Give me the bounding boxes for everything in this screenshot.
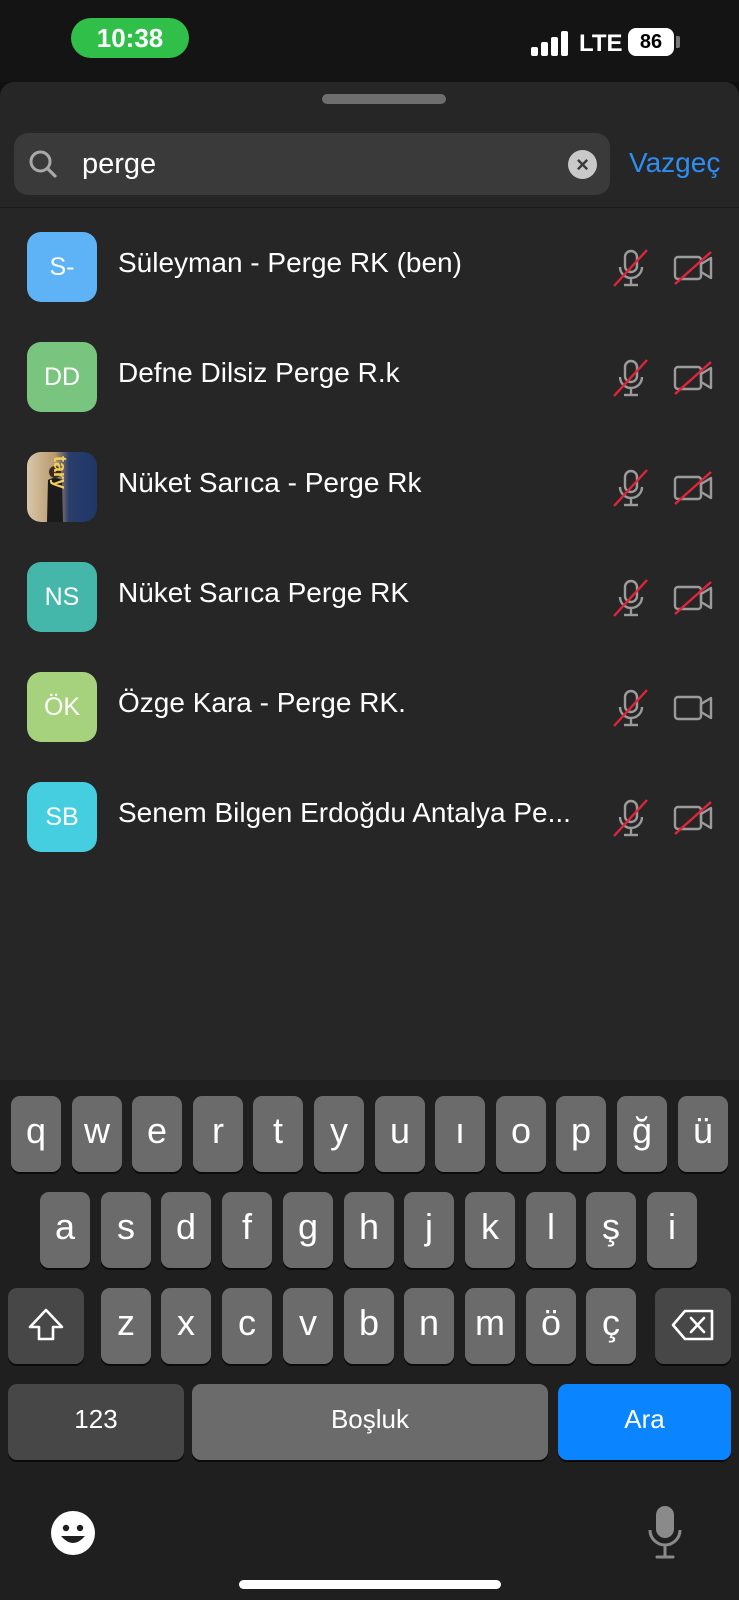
key-o[interactable]: o	[496, 1096, 546, 1172]
search-icon	[29, 150, 57, 178]
key-c-cedilla[interactable]: ç	[586, 1288, 636, 1364]
participant-name: Defne Dilsiz Perge R.k	[118, 357, 400, 388]
mic-muted-icon[interactable]	[611, 468, 651, 508]
participant-name: Senem Bilgen Erdoğdu Antalya Pe...	[118, 797, 571, 828]
shift-icon	[28, 1308, 64, 1341]
backspace-key[interactable]	[655, 1288, 731, 1364]
status-bar: 10:38 LTE 86	[0, 0, 739, 82]
key-k[interactable]: k	[465, 1192, 515, 1268]
search-box[interactable]: ×	[14, 133, 610, 195]
key-a[interactable]: a	[40, 1192, 90, 1268]
search-return-key[interactable]: Ara	[558, 1384, 731, 1460]
avatar: DD	[27, 342, 97, 412]
key-u-umlaut[interactable]: ü	[678, 1096, 728, 1172]
key-u[interactable]: u	[375, 1096, 425, 1172]
participant-name: Nüket Sarıca - Perge Rk	[118, 467, 422, 498]
participant-row[interactable]: SB Senem Bilgen Erdoğdu Antalya Pe...	[0, 762, 739, 872]
key-g-breve[interactable]: ğ	[617, 1096, 667, 1172]
participant-row[interactable]: ÖK Özge Kara - Perge RK.	[0, 652, 739, 762]
key-x[interactable]: x	[161, 1288, 211, 1364]
key-p[interactable]: p	[556, 1096, 606, 1172]
avatar: NS	[27, 562, 97, 632]
search-row: × Vazgeç	[0, 118, 739, 208]
key-g[interactable]: g	[283, 1192, 333, 1268]
video-off-icon[interactable]	[673, 250, 713, 286]
video-off-icon[interactable]	[673, 360, 713, 396]
avatar: SB	[27, 782, 97, 852]
key-c[interactable]: c	[222, 1288, 272, 1364]
mic-muted-icon[interactable]	[611, 798, 651, 838]
key-e[interactable]: e	[132, 1096, 182, 1172]
mic-muted-icon[interactable]	[611, 248, 651, 288]
key-d[interactable]: d	[161, 1192, 211, 1268]
battery-tip	[676, 36, 680, 48]
avatar: ÖK	[27, 672, 97, 742]
key-q[interactable]: q	[11, 1096, 61, 1172]
avatar-photo: tary	[27, 452, 97, 522]
home-indicator[interactable]	[239, 1580, 501, 1589]
emoji-icon[interactable]	[50, 1510, 96, 1556]
key-i[interactable]: i	[647, 1192, 697, 1268]
keyboard: q w e r t y u ı o p ğ ü a s d f g h j k …	[0, 1080, 739, 1600]
avatar: S-	[27, 232, 97, 302]
key-w[interactable]: w	[72, 1096, 122, 1172]
backspace-icon	[671, 1309, 714, 1341]
participant-name: Süleyman - Perge RK (ben)	[118, 247, 462, 278]
key-s[interactable]: s	[101, 1192, 151, 1268]
key-t[interactable]: t	[253, 1096, 303, 1172]
cancel-button[interactable]: Vazgeç	[629, 147, 720, 179]
key-m[interactable]: m	[465, 1288, 515, 1364]
mic-muted-icon[interactable]	[611, 358, 651, 398]
status-time: 10:38	[71, 18, 189, 58]
video-on-icon[interactable]	[673, 690, 713, 726]
key-j[interactable]: j	[404, 1192, 454, 1268]
key-r[interactable]: r	[193, 1096, 243, 1172]
dictation-mic-icon[interactable]	[648, 1504, 682, 1560]
key-z[interactable]: z	[101, 1288, 151, 1364]
clear-search-button[interactable]: ×	[568, 150, 597, 179]
space-key[interactable]: Boşluk	[192, 1384, 548, 1460]
cellular-signal-icon	[531, 30, 571, 56]
key-v[interactable]: v	[283, 1288, 333, 1364]
video-off-icon[interactable]	[673, 470, 713, 506]
video-off-icon[interactable]	[673, 800, 713, 836]
battery-icon: 86	[628, 28, 674, 56]
key-s-cedilla[interactable]: ş	[586, 1192, 636, 1268]
participant-name: Nüket Sarıca Perge RK	[118, 577, 410, 608]
key-n[interactable]: n	[404, 1288, 454, 1364]
key-y[interactable]: y	[314, 1096, 364, 1172]
key-h[interactable]: h	[344, 1192, 394, 1268]
mic-muted-icon[interactable]	[611, 578, 651, 618]
avatar-photo-text: tary	[50, 456, 70, 490]
participant-row[interactable]: tary Nüket Sarıca - Perge Rk	[0, 432, 739, 542]
key-dotless-i[interactable]: ı	[435, 1096, 485, 1172]
search-input[interactable]	[82, 143, 562, 185]
key-o-umlaut[interactable]: ö	[526, 1288, 576, 1364]
key-l[interactable]: l	[526, 1192, 576, 1268]
participant-row[interactable]: S- Süleyman - Perge RK (ben)	[0, 212, 739, 322]
key-f[interactable]: f	[222, 1192, 272, 1268]
participant-row[interactable]: DD Defne Dilsiz Perge R.k	[0, 322, 739, 432]
numbers-key[interactable]: 123	[8, 1384, 184, 1460]
key-b[interactable]: b	[344, 1288, 394, 1364]
participant-row[interactable]: NS Nüket Sarıca Perge RK	[0, 542, 739, 652]
mic-muted-icon[interactable]	[611, 688, 651, 728]
participant-name: Özge Kara - Perge RK.	[118, 687, 406, 718]
video-off-icon[interactable]	[673, 580, 713, 616]
shift-key[interactable]	[8, 1288, 84, 1364]
participants-sheet: × Vazgeç S- Süleyman - Perge RK (ben) DD…	[0, 82, 739, 1080]
sheet-grabber[interactable]	[322, 94, 446, 104]
network-type: LTE	[579, 30, 623, 57]
